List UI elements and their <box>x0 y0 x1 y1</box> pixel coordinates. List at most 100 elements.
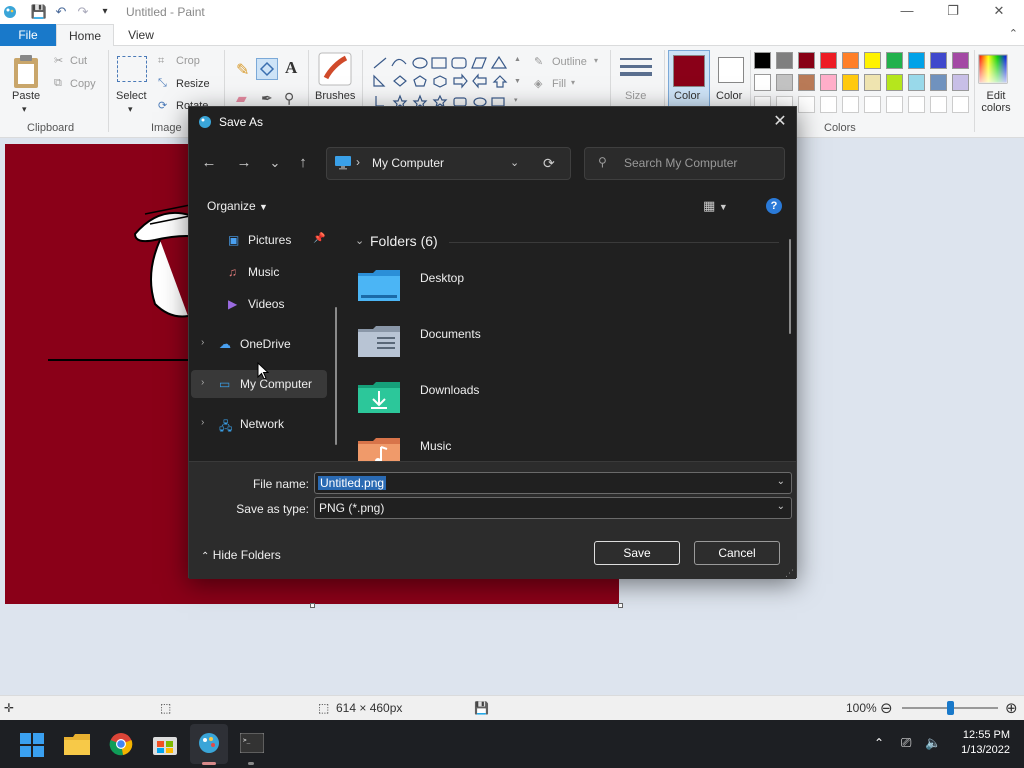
help-button[interactable]: ? <box>766 198 782 214</box>
cut-button[interactable]: Cut <box>70 55 87 67</box>
tray-overflow-button[interactable]: ⌃ <box>874 736 884 750</box>
tab-file[interactable]: File <box>0 24 56 46</box>
palette-color-swatch[interactable] <box>864 96 881 113</box>
shapes-scroll-up-icon[interactable]: ▲ <box>514 56 521 63</box>
search-box[interactable]: ⚲ Search My Computer <box>584 147 785 180</box>
paste-dropdown-icon[interactable]: ▾ <box>22 104 27 115</box>
zoom-slider-thumb[interactable] <box>947 701 954 715</box>
search-input[interactable]: Search My Computer <box>624 156 737 170</box>
palette-color-swatch[interactable] <box>842 52 859 69</box>
up-button[interactable]: ↑ <box>293 153 313 173</box>
folder-item-documents[interactable]: Documents <box>349 319 789 375</box>
palette-color-swatch[interactable] <box>952 52 969 69</box>
palette-color-swatch[interactable] <box>930 52 947 69</box>
expand-chevron-icon[interactable]: › <box>201 377 204 388</box>
folder-item-music[interactable]: Music <box>349 431 789 461</box>
nav-item-pictures[interactable]: ▣ Pictures 📌 <box>189 226 341 254</box>
close-button[interactable]: ✕ <box>976 0 1022 24</box>
pin-icon[interactable]: 📌 <box>313 233 325 244</box>
store-icon[interactable] <box>153 733 177 755</box>
maximize-button[interactable]: ❐ <box>930 0 976 24</box>
fill-button[interactable]: Fill <box>552 78 566 90</box>
crop-button[interactable]: Crop <box>176 55 200 67</box>
shapes-gallery[interactable] <box>370 54 512 110</box>
select-button[interactable]: Select <box>116 90 147 102</box>
outline-button[interactable]: Outline <box>552 56 587 68</box>
collapse-ribbon-icon[interactable]: ⌃ <box>1009 27 1018 40</box>
tab-view[interactable]: View <box>118 24 164 46</box>
save-as-type-select[interactable]: PNG (*.png) ⌄ <box>314 497 792 519</box>
size-button[interactable]: Size <box>625 90 646 102</box>
brushes-icon[interactable] <box>318 52 352 86</box>
pencil-icon[interactable]: ✎ <box>236 60 249 80</box>
nav-item-videos[interactable]: ▶ Videos <box>189 290 341 318</box>
edit-colors-button[interactable]: Edit colors <box>978 90 1014 114</box>
resize-handle-bottom[interactable] <box>310 603 315 608</box>
text-tool-icon[interactable]: A <box>285 58 297 78</box>
paste-icon[interactable] <box>12 54 42 90</box>
palette-color-swatch[interactable] <box>798 52 815 69</box>
volume-icon[interactable]: 🔈 <box>925 735 941 751</box>
palette-color-swatch[interactable] <box>908 96 925 113</box>
folder-item-desktop[interactable]: Desktop <box>349 263 789 319</box>
palette-color-swatch[interactable] <box>864 74 881 91</box>
file-name-input[interactable]: Untitled.png ⌄ <box>314 472 792 494</box>
palette-color-swatch[interactable] <box>886 96 903 113</box>
palette-color-swatch[interactable] <box>754 74 771 91</box>
collapse-group-icon[interactable]: ⌄ <box>355 234 364 247</box>
palette-color-swatch[interactable] <box>798 96 815 113</box>
nav-item-onedrive[interactable]: › ☁ OneDrive <box>189 330 341 358</box>
eraser-icon[interactable]: ▰ <box>236 90 247 107</box>
folders-group-header[interactable]: Folders (6) <box>370 233 438 249</box>
windows-start-icon[interactable] <box>20 733 44 757</box>
palette-color-swatch[interactable] <box>842 96 859 113</box>
edit-colors-icon[interactable] <box>978 54 1008 84</box>
fill-dropdown-icon[interactable]: ▾ <box>571 78 575 87</box>
palette-color-swatch[interactable] <box>908 74 925 91</box>
color-picker-icon[interactable]: ✒ <box>261 90 273 107</box>
network-icon[interactable]: ⎚ <box>901 735 911 751</box>
dialog-close-button[interactable]: ✕ <box>764 107 796 137</box>
palette-color-swatch[interactable] <box>798 74 815 91</box>
palette-color-swatch[interactable] <box>842 74 859 91</box>
undo-icon[interactable]: ↶ <box>52 4 70 20</box>
save-as-type-dropdown-icon[interactable]: ⌄ <box>777 501 785 512</box>
forward-button[interactable]: → <box>234 153 254 173</box>
zoom-out-button[interactable]: ⊖ <box>880 699 893 717</box>
address-dropdown-icon[interactable]: ⌄ <box>510 156 519 169</box>
file-explorer-icon[interactable] <box>64 733 90 755</box>
shapes-scroll-down-icon[interactable]: ▼ <box>514 78 521 85</box>
cancel-button[interactable]: Cancel <box>694 541 780 565</box>
palette-color-swatch[interactable] <box>908 52 925 69</box>
terminal-icon[interactable]: >_ <box>240 733 264 753</box>
fill-tool-selected[interactable] <box>256 58 278 80</box>
palette-color-swatch[interactable] <box>886 74 903 91</box>
select-dropdown-icon[interactable]: ▾ <box>128 104 133 115</box>
save-icon[interactable]: 💾 <box>30 4 48 20</box>
palette-color-swatch[interactable] <box>886 52 903 69</box>
address-bar[interactable]: › My Computer ⌄ ⟳ <box>326 147 571 180</box>
expand-chevron-icon[interactable]: › <box>201 417 204 428</box>
nav-scrollbar[interactable] <box>335 307 337 445</box>
resize-grip-icon[interactable]: ⋰ <box>785 568 794 579</box>
paste-button[interactable]: Paste <box>12 90 40 102</box>
outline-dropdown-icon[interactable]: ▾ <box>594 56 598 65</box>
palette-color-swatch[interactable] <box>754 52 771 69</box>
save-button[interactable]: Save <box>594 541 680 565</box>
minimize-button[interactable]: — <box>884 0 930 24</box>
color2-swatch[interactable] <box>718 57 744 83</box>
palette-color-swatch[interactable] <box>930 74 947 91</box>
folder-item-downloads[interactable]: Downloads <box>349 375 789 431</box>
file-name-dropdown-icon[interactable]: ⌄ <box>777 476 785 487</box>
recent-locations-button[interactable]: ⌄ <box>265 153 285 173</box>
magnifier-icon[interactable]: ⚲ <box>284 90 294 107</box>
refresh-button[interactable]: ⟳ <box>543 155 555 172</box>
palette-color-swatch[interactable] <box>930 96 947 113</box>
view-options-icon[interactable]: ▦ ▼ <box>703 198 728 214</box>
hide-folders-button[interactable]: ⌃ Hide Folders <box>201 548 281 562</box>
palette-color-swatch[interactable] <box>952 96 969 113</box>
palette-color-swatch[interactable] <box>776 74 793 91</box>
redo-icon[interactable]: ↷ <box>74 4 92 20</box>
chrome-icon[interactable] <box>109 732 133 756</box>
copy-button[interactable]: Copy <box>70 78 96 90</box>
